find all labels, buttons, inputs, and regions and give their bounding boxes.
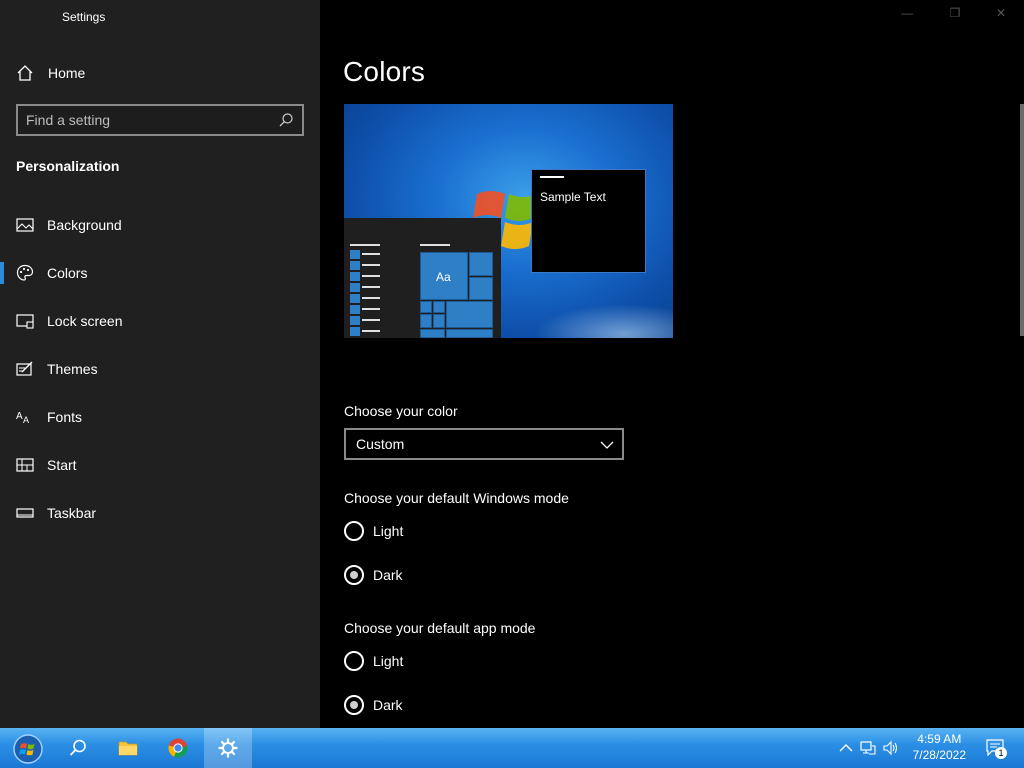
app-mode-dark-radio[interactable]: Dark [344, 693, 494, 717]
start-orb-icon [13, 734, 43, 764]
chevron-up-icon[interactable] [838, 740, 854, 756]
search-box[interactable] [16, 104, 304, 136]
fonts-icon: A A [16, 411, 29, 425]
sidebar-item-label: Colors [47, 265, 88, 281]
themes-icon [16, 361, 33, 376]
sidebar-item-colors[interactable]: Colors [0, 253, 320, 293]
preview-sample-window: Sample Text [531, 169, 646, 273]
preview-tiles: Aa [420, 248, 495, 338]
sidebar-item-label: Taskbar [47, 505, 97, 521]
settings-gear-icon [218, 738, 238, 758]
windows-mode-label: Choose your default Windows mode [344, 490, 569, 506]
network-icon[interactable] [860, 740, 876, 756]
windows-mode-light-radio[interactable]: Light [344, 519, 494, 543]
chrome-button[interactable] [154, 728, 202, 768]
clock-time: 4:59 AM [917, 732, 962, 746]
sidebar-item-themes[interactable]: Themes [0, 349, 320, 389]
radio-label: Light [373, 523, 404, 539]
chrome-icon [168, 738, 188, 758]
preview-app-list [350, 250, 360, 338]
windows-mode-dark-radio[interactable]: Dark [344, 563, 494, 587]
radio-circle[interactable] [344, 695, 364, 715]
start-icon [16, 458, 34, 472]
system-tray: 4:59 AM 7/28/2022 1 [834, 728, 1024, 768]
sidebar-item-label: Themes [47, 361, 98, 377]
search-taskbar-button[interactable] [54, 728, 102, 768]
search-icon[interactable] [278, 112, 294, 128]
preview-tile-text: Aa [436, 270, 451, 284]
search-input[interactable] [26, 110, 276, 130]
preview-glow [534, 304, 673, 338]
choose-color-label: Choose your color [344, 403, 458, 419]
radio-circle[interactable] [344, 651, 364, 671]
radio-label: Dark [373, 697, 403, 713]
maximize-button[interactable]: ❐ [940, 6, 970, 26]
sidebar-item-label: Background [47, 217, 122, 233]
home-label: Home [48, 65, 86, 81]
sidebar-item-label: Fonts [47, 409, 83, 425]
home-icon [17, 65, 33, 81]
svg-text:A: A [16, 411, 23, 422]
home-nav-item[interactable]: Home [0, 56, 320, 90]
app-mode-label: Choose your default app mode [344, 620, 536, 636]
sidebar-item-label: Start [47, 457, 77, 473]
start-button[interactable] [4, 728, 52, 768]
clock-date: 7/28/2022 [912, 748, 966, 762]
svg-text:A: A [23, 415, 29, 425]
sidebar-item-taskbar[interactable]: Taskbar [0, 493, 320, 533]
sidebar-item-lock-screen[interactable]: Lock screen [0, 301, 320, 341]
settings-taskbar-button[interactable] [204, 728, 252, 768]
volume-icon[interactable] [882, 740, 898, 756]
taskbar: 4:59 AM 7/28/2022 1 [0, 728, 1024, 768]
radio-circle[interactable] [344, 521, 364, 541]
chevron-down-icon [600, 441, 614, 449]
radio-circle[interactable] [344, 565, 364, 585]
preview-sample-text: Sample Text [540, 190, 606, 204]
file-explorer-button[interactable] [104, 728, 152, 768]
file-explorer-icon [118, 741, 138, 756]
section-title: Personalization [16, 158, 120, 174]
taskbar-icon [16, 508, 34, 518]
app-mode-light-radio[interactable]: Light [344, 649, 494, 673]
scrollbar[interactable] [1020, 104, 1024, 336]
choose-color-value: Custom [356, 436, 405, 452]
palette-icon [16, 264, 34, 281]
sidebar-item-start[interactable]: Start [0, 445, 320, 485]
preview-start-menu: Aa [344, 218, 501, 338]
app-title: Settings [62, 10, 106, 24]
minimize-button[interactable]: — [892, 6, 922, 26]
notification-center-button[interactable]: 1 [986, 738, 1007, 759]
sidebar-item-label: Lock screen [47, 313, 123, 329]
sidebar-item-background[interactable]: Background [0, 205, 320, 245]
color-preview: Aa Sample Text [344, 104, 673, 338]
picture-icon [16, 218, 34, 232]
radio-label: Dark [373, 567, 403, 583]
sidebar-item-fonts[interactable]: A A Fonts [0, 397, 320, 437]
clock[interactable]: 4:59 AM 7/28/2022 [913, 731, 966, 763]
choose-color-dropdown[interactable]: Custom [344, 428, 624, 460]
sidebar: Settings Home Personalization Background… [0, 0, 320, 728]
search-icon [69, 739, 86, 756]
page-title: Colors [343, 56, 426, 87]
notification-badge: 1 [995, 747, 1007, 759]
close-button[interactable]: ✕ [986, 6, 1016, 26]
radio-label: Light [373, 653, 404, 669]
lock-screen-icon [16, 314, 34, 329]
main-content: — ❐ ✕ Colors Aa Sample Text Choose your … [320, 0, 1024, 728]
